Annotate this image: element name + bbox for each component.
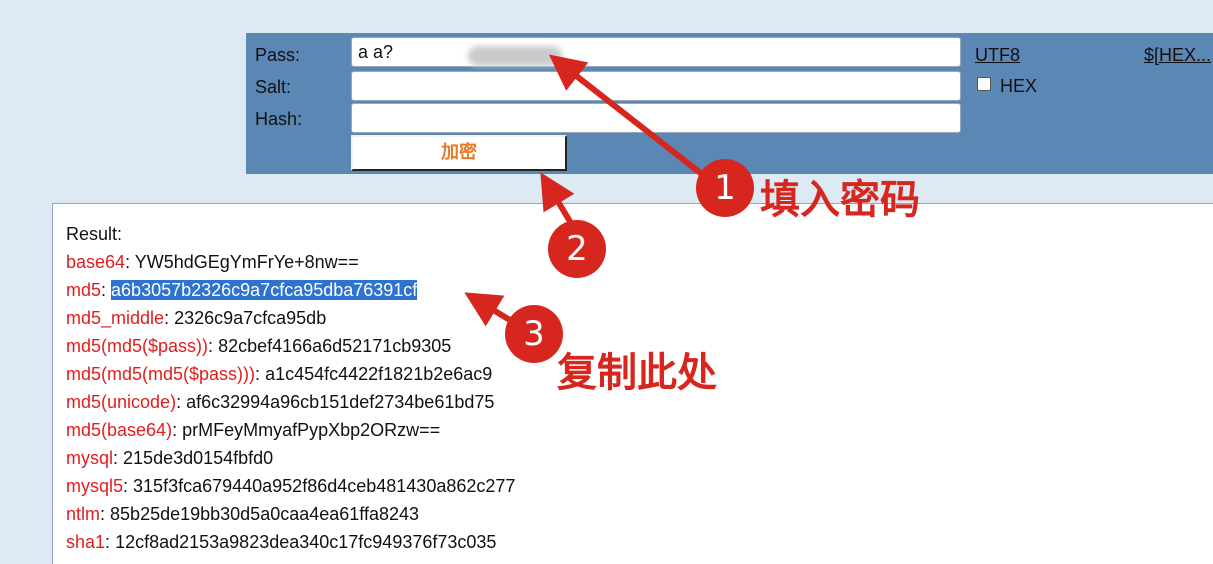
hex-link[interactable]: $[HEX... (1144, 45, 1211, 66)
result-separator: : (123, 476, 134, 496)
hex-checkbox[interactable] (977, 77, 991, 91)
result-row: md5(unicode): af6c32994a96cb151def2734be… (66, 392, 494, 413)
result-separator: : (113, 448, 124, 468)
result-key: md5(unicode) (66, 392, 177, 412)
result-row: md5(md5(md5($pass))): a1c454fc4422f1821b… (66, 364, 492, 385)
hash-input[interactable] (351, 103, 961, 133)
result-separator: : (172, 420, 183, 440)
result-value[interactable]: a1c454fc4422f1821b2e6ac9 (265, 364, 492, 384)
result-key: mysql (66, 448, 114, 468)
result-key: md5 (66, 280, 102, 300)
result-row: md5: a6b3057b2326c9a7cfca95dba76391cf (66, 280, 418, 301)
redaction-blur (468, 46, 562, 66)
result-separator: : (164, 308, 175, 328)
result-key: md5(md5($pass)) (66, 336, 209, 356)
result-separator: : (125, 252, 135, 272)
result-key: md5_middle (66, 308, 165, 328)
result-key: ntlm (66, 504, 101, 524)
step-3-marker: 3 (505, 305, 563, 363)
result-value[interactable]: 2326c9a7cfca95db (174, 308, 326, 328)
result-row: ntlm: 85b25de19bb30d5a0caa4ea61ffa8243 (66, 504, 419, 525)
result-value[interactable]: af6c32994a96cb151def2734be61bd75 (186, 392, 494, 412)
result-value[interactable]: 85b25de19bb30d5a0caa4ea61ffa8243 (110, 504, 419, 524)
result-heading: Result: (66, 224, 123, 244)
result-value[interactable]: 215de3d0154fbfd0 (123, 448, 273, 468)
hash-label: Hash: (255, 109, 303, 129)
result-row: base64: YW5hdGEgYmFrYe+8nw== (66, 252, 359, 273)
result-separator: : (176, 392, 187, 412)
pass-label: Pass: (255, 45, 301, 65)
result-key: sha1 (66, 532, 106, 552)
result-value-selected[interactable]: a6b3057b2326c9a7cfca95dba76391cf (111, 280, 418, 300)
result-key: base64 (66, 252, 126, 272)
result-key: mysql5 (66, 476, 124, 496)
pass-input[interactable]: a a? (351, 37, 961, 67)
result-row: md5(base64): prMFeyMmyafPypXbp2ORzw== (66, 420, 440, 441)
utf8-link[interactable]: UTF8 (975, 45, 1020, 66)
result-value[interactable]: 12cf8ad2153a9823dea340c17fc949376f73c035 (115, 532, 496, 552)
step-2-marker: 2 (548, 220, 606, 278)
result-value[interactable]: 82cbef4166a6d52171cb9305 (218, 336, 451, 356)
result-row: mysql: 215de3d0154fbfd0 (66, 448, 273, 469)
result-row: md5_middle: 2326c9a7cfca95db (66, 308, 326, 329)
hash-form-panel: Pass: a a? Salt: Hash: 加密 UTF8 $[HEX... … (246, 33, 1213, 174)
pass-input-value: a a? (358, 42, 394, 62)
salt-input[interactable] (351, 71, 961, 101)
result-value[interactable]: YW5hdGEgYmFrYe+8nw== (135, 252, 359, 272)
result-row: mysql5: 315f3fca679440a952f86d4ceb481430… (66, 476, 515, 497)
result-separator: : (208, 336, 219, 356)
result-separator: : (100, 504, 111, 524)
result-row: md5(md5($pass)): 82cbef4166a6d52171cb930… (66, 336, 451, 357)
encrypt-button[interactable]: 加密 (351, 135, 567, 171)
result-key: md5(md5(md5($pass))) (66, 364, 256, 384)
result-value[interactable]: prMFeyMmyafPypXbp2ORzw== (182, 420, 440, 440)
result-key: md5(base64) (66, 420, 173, 440)
result-separator: : (255, 364, 266, 384)
hex-checkbox-label: HEX (1000, 76, 1038, 96)
result-separator: : (101, 280, 112, 300)
step-3-text: 复制此处 (557, 350, 717, 396)
salt-label: Salt: (255, 77, 292, 97)
step-1-marker: 1 (696, 159, 754, 217)
step-1-text: 填入密码 (760, 177, 920, 223)
result-row: sha1: 12cf8ad2153a9823dea340c17fc949376f… (66, 532, 496, 553)
result-separator: : (105, 532, 116, 552)
result-value[interactable]: 315f3fca679440a952f86d4ceb481430a862c277 (133, 476, 515, 496)
